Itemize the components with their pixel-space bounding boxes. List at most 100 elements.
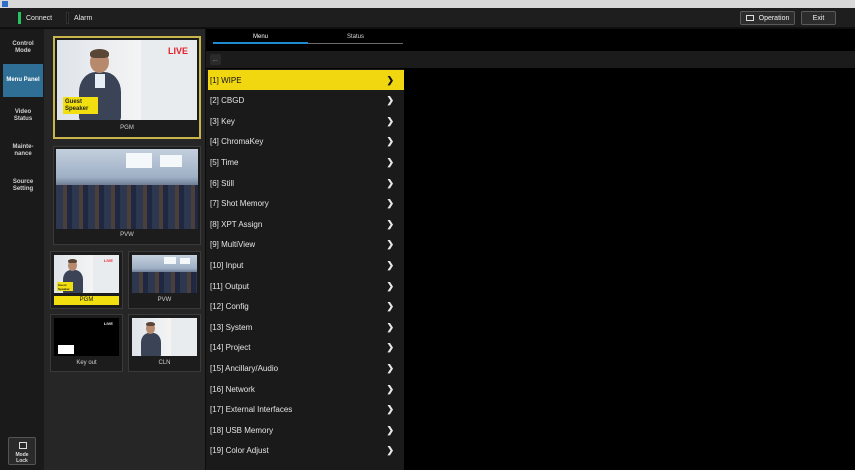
menu-item-label: [14] Project xyxy=(210,343,251,353)
main-panel: Menu Status ← [1] WIPE ❯ [2] CBGD ❯ [3] Key ❯… xyxy=(206,29,855,470)
chevron-right-icon: ❯ xyxy=(386,239,394,250)
chevron-right-icon: ❯ xyxy=(386,95,394,106)
window-titlebar xyxy=(0,0,855,8)
mode-lock-button[interactable]: Mode Lock xyxy=(8,437,36,465)
back-arrow-icon[interactable]: ← xyxy=(210,54,221,65)
lock-icon xyxy=(19,442,27,449)
menu-item[interactable]: [13] System ❯ xyxy=(208,317,404,337)
connect-indicator: Connect xyxy=(18,12,52,24)
sidebar-item-video-status[interactable]: Video Status xyxy=(3,99,43,132)
live-label: LIVE xyxy=(104,321,113,326)
chevron-right-icon: ❯ xyxy=(386,301,394,312)
menu-item[interactable]: [1] WIPE ❯ xyxy=(208,70,404,90)
menu-item[interactable]: [10] Input ❯ xyxy=(208,255,404,275)
menu-list: [1] WIPE ❯ [2] CBGD ❯ [3] Key ❯ [4] ChromaKey ❯… xyxy=(206,69,404,470)
cln-monitor[interactable]: CLN xyxy=(128,314,201,372)
navigation-row: ← xyxy=(206,51,855,68)
alarm-indicator: Alarm xyxy=(66,12,92,24)
key-out-monitor[interactable]: LIVE Key out xyxy=(50,314,123,372)
menu-item[interactable]: [3] Key ❯ xyxy=(208,111,404,131)
pgm-small-video-image: LIVE Guest Speaker xyxy=(54,255,119,293)
menu-item-label: [18] USB Memory xyxy=(210,425,274,435)
menu-item[interactable]: [19] Color Adjust ❯ xyxy=(208,441,404,461)
menu-item-label: [1] WIPE xyxy=(210,75,242,85)
pgm-monitor-large[interactable]: LIVE Guest Speaker PGM xyxy=(53,36,201,139)
menu-item[interactable]: [8] XPT Assign ❯ xyxy=(208,214,404,234)
chevron-right-icon: ❯ xyxy=(386,342,394,353)
guest-speaker-label: Guest Speaker xyxy=(63,97,98,114)
menu-item-label: [19] Color Adjust xyxy=(210,446,269,456)
sidebar-item-label: Control Mode xyxy=(12,40,34,54)
pvw-monitor-large[interactable]: PVW xyxy=(53,146,201,245)
menu-item-label: [3] Key xyxy=(210,116,235,126)
menu-item[interactable]: [9] MultiView ❯ xyxy=(208,235,404,255)
chevron-right-icon: ❯ xyxy=(386,321,394,332)
tab-label: Status xyxy=(346,34,364,40)
menu-item-label: [4] ChromaKey xyxy=(210,137,264,147)
operation-button[interactable]: Operation xyxy=(740,11,795,25)
connect-label: Connect xyxy=(26,14,53,22)
sidebar-item-maintenance[interactable]: Mainte-nance xyxy=(3,134,43,167)
chevron-right-icon: ❯ xyxy=(386,177,394,188)
sidebar-item-label: Menu Panel xyxy=(6,77,40,83)
tab-label: Menu xyxy=(252,34,268,40)
chevron-right-icon: ❯ xyxy=(386,383,394,394)
menu-item[interactable]: [12] Config ❯ xyxy=(208,297,404,317)
pvw-small-video-image xyxy=(132,255,197,293)
sidebar: Control Mode Menu Panel Video Status Mai… xyxy=(0,29,44,470)
sidebar-item-control-mode[interactable]: Control Mode xyxy=(3,31,43,64)
menu-item-label: [13] System xyxy=(210,322,253,332)
menu-item-label: [6] Still xyxy=(210,178,235,188)
monitor-label: PVW xyxy=(157,297,172,303)
menu-item[interactable]: [14] Project ❯ xyxy=(208,338,404,358)
tab-status[interactable]: Status xyxy=(308,32,403,44)
menu-item-label: [7] Shot Memory xyxy=(210,199,269,209)
top-bar: Connect Alarm Operation Exit xyxy=(0,8,855,28)
chevron-right-icon: ❯ xyxy=(386,115,394,126)
pvw-monitor-small[interactable]: PVW xyxy=(128,251,201,309)
menu-item-label: [16] Network xyxy=(210,384,255,394)
monitor-label: CLN xyxy=(158,360,171,366)
key-out-video-image: LIVE xyxy=(54,318,119,356)
menu-item[interactable]: [6] Still ❯ xyxy=(208,173,404,193)
mode-lock-label: Mode Lock xyxy=(15,452,29,464)
operation-icon xyxy=(745,15,754,21)
chevron-right-icon: ❯ xyxy=(386,218,394,229)
menu-item[interactable]: [17] External Interfaces ❯ xyxy=(208,400,404,420)
chevron-right-icon: ❯ xyxy=(386,404,394,415)
menu-item[interactable]: [2] CBGD ❯ xyxy=(208,91,404,111)
chevron-right-icon: ❯ xyxy=(386,424,394,435)
menu-item[interactable]: [7] Shot Memory ❯ xyxy=(208,194,404,214)
chevron-right-icon: ❯ xyxy=(386,136,394,147)
chevron-right-icon: ❯ xyxy=(386,362,394,373)
pgm-monitor-small[interactable]: LIVE Guest Speaker PGM xyxy=(50,251,123,309)
menu-item-label: [12] Config xyxy=(210,302,249,312)
menu-item[interactable]: [4] ChromaKey ❯ xyxy=(208,132,404,152)
menu-item[interactable]: [5] Time ❯ xyxy=(208,152,404,172)
connect-status-icon xyxy=(18,12,21,24)
tab-menu[interactable]: Menu xyxy=(213,32,308,44)
sidebar-item-source-setting[interactable]: Source Setting xyxy=(3,169,43,202)
menu-item[interactable]: [15] Ancillary/Audio ❯ xyxy=(208,358,404,378)
pvw-video-image xyxy=(56,149,198,229)
sidebar-item-label: Video Status xyxy=(13,108,33,122)
live-label: LIVE xyxy=(168,46,189,56)
chevron-right-icon: ❯ xyxy=(386,259,394,270)
live-label: LIVE xyxy=(104,258,113,263)
menu-item-label: [9] MultiView xyxy=(210,240,256,250)
operation-label: Operation xyxy=(758,14,790,22)
monitor-panel: LIVE Guest Speaker PGM PVW LIVE Guest Sp… xyxy=(44,29,205,470)
sidebar-item-label: Mainte-nance xyxy=(12,143,34,157)
menu-item-label: [2] CBGD xyxy=(210,96,245,106)
alarm-label: Alarm xyxy=(74,14,93,22)
sidebar-item-menu-panel[interactable]: Menu Panel xyxy=(3,64,43,97)
exit-button[interactable]: Exit xyxy=(801,11,836,25)
chevron-right-icon: ❯ xyxy=(386,156,394,167)
monitor-label: PGM xyxy=(54,296,119,305)
monitor-label: Key out xyxy=(76,360,97,366)
menu-item[interactable]: [16] Network ❯ xyxy=(208,379,404,399)
chevron-right-icon: ❯ xyxy=(386,280,394,291)
menu-item[interactable]: [11] Output ❯ xyxy=(208,276,404,296)
menu-item-label: [5] Time xyxy=(210,157,239,167)
menu-item[interactable]: [18] USB Memory ❯ xyxy=(208,420,404,440)
